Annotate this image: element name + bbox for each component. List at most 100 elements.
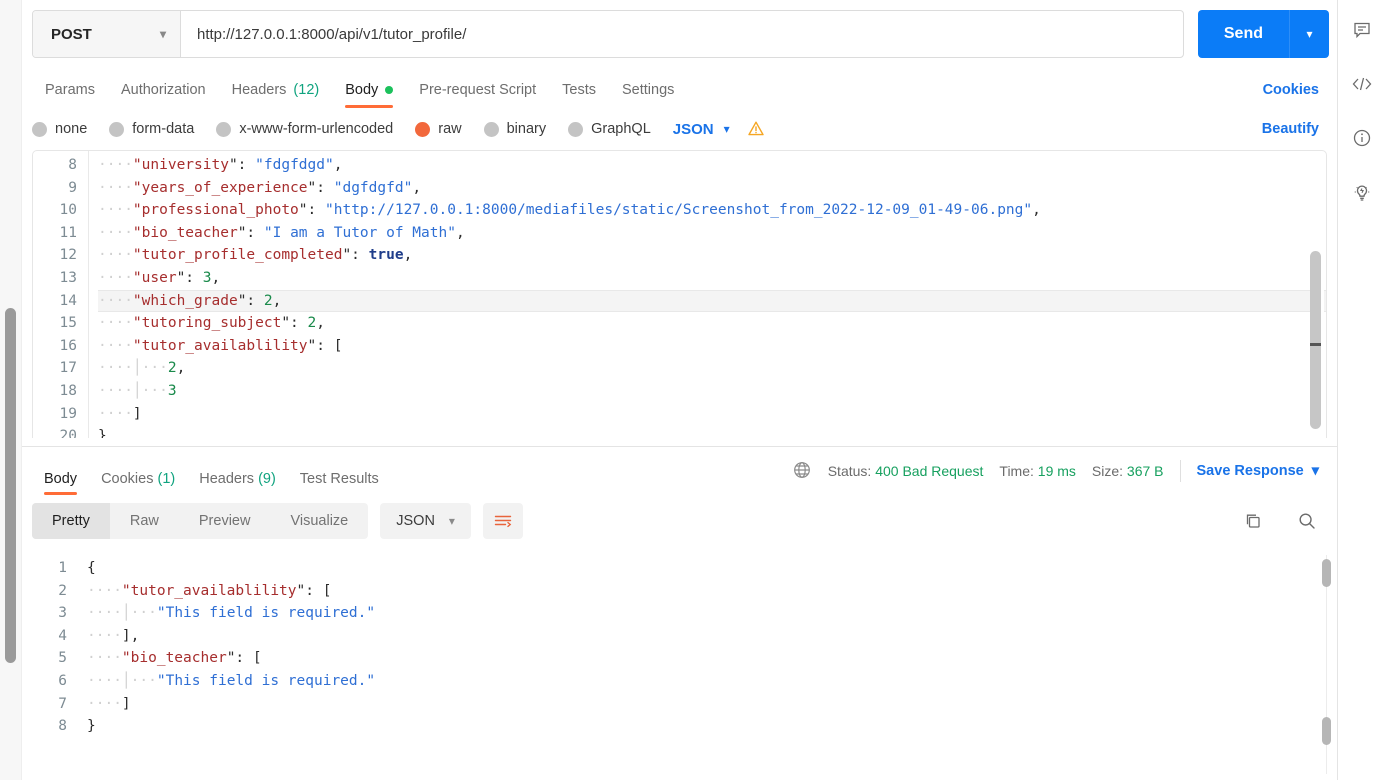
- body-type-raw[interactable]: raw: [415, 121, 462, 137]
- response-tools: [1241, 509, 1327, 533]
- code-line: ····"tutor_availablility": [: [98, 337, 343, 354]
- body-type-graphql[interactable]: GraphQL: [568, 121, 651, 137]
- url-bar: POST ▾ Send ▾: [22, 0, 1337, 58]
- editor-code-area[interactable]: ····"university": "fdgfdgd", ····"years_o…: [90, 151, 1326, 438]
- size-value: 367 B: [1126, 463, 1164, 479]
- chevron-down-icon: ▾: [159, 27, 166, 41]
- line-number: 5: [58, 650, 67, 667]
- editor-scrollbar-thumb[interactable]: [1310, 251, 1321, 429]
- tab-settings[interactable]: Settings: [609, 82, 687, 108]
- line-number: 4: [58, 627, 67, 644]
- body-type-binary[interactable]: binary: [483, 121, 547, 137]
- size-group: Size: 367 B: [1092, 463, 1164, 479]
- line-number: 7: [58, 695, 67, 712]
- response-tab-headers[interactable]: Headers (9): [187, 459, 288, 495]
- line-number: 17: [59, 360, 77, 377]
- body-type-label: raw: [438, 121, 462, 137]
- http-method-value: POST: [51, 25, 92, 43]
- tab-label: Cookies: [101, 471, 154, 487]
- code-line: ····]: [87, 695, 131, 712]
- globe-icon[interactable]: [792, 460, 812, 483]
- code-line: }: [98, 428, 107, 438]
- divider: [1179, 460, 1181, 482]
- code-line: ····"years_of_experience": "dgfdgfd",: [98, 179, 422, 196]
- page-scrollbar-thumb[interactable]: [5, 308, 16, 663]
- editor-scrollbar-marker: [1310, 343, 1321, 346]
- page-scrollbar-track[interactable]: [0, 0, 22, 780]
- code-line: ····"bio_teacher": [: [87, 650, 262, 667]
- code-line: ····"which_grade": 2,: [98, 289, 1326, 313]
- line-number: 1: [58, 560, 67, 576]
- response-scrollbar-thumb[interactable]: [1322, 559, 1331, 587]
- response-tab-test-results[interactable]: Test Results: [288, 459, 391, 495]
- response-line-numbers: 1 2 3 4 5 6 7 8: [22, 557, 78, 738]
- status-group: Status: 400 Bad Request: [828, 463, 984, 479]
- response-tab-body[interactable]: Body: [32, 459, 89, 495]
- tab-count: (12): [293, 82, 320, 98]
- body-type-form-data[interactable]: form-data: [109, 121, 194, 137]
- editor-scrollbar-track[interactable]: [1310, 153, 1324, 436]
- radio-icon: [109, 121, 125, 137]
- tab-label: Params: [45, 82, 95, 98]
- line-number: 8: [68, 157, 77, 173]
- tab-count: (1): [157, 471, 176, 487]
- code-line: ····"tutoring_subject": 2,: [98, 315, 325, 332]
- response-code-area: {····"tutor_availablility": [····│···"Th…: [79, 557, 1317, 738]
- tab-label: Authorization: [120, 82, 206, 98]
- response-view-mode-group: Pretty Raw Preview Visualize: [32, 503, 369, 539]
- save-response-button[interactable]: Save Response ▾: [1197, 463, 1319, 479]
- response-body-viewer[interactable]: 1 2 3 4 5 6 7 8 {····"tutor_availablility": [··…: [22, 547, 1337, 780]
- line-number: 14: [59, 292, 77, 309]
- tab-tests[interactable]: Tests: [549, 82, 609, 108]
- body-type-none[interactable]: none: [32, 121, 87, 137]
- copy-icon[interactable]: [1241, 509, 1265, 533]
- search-icon[interactable]: [1295, 509, 1319, 533]
- code-line: {: [87, 560, 96, 576]
- tab-params[interactable]: Params: [32, 82, 108, 108]
- request-body-editor[interactable]: 8 9 10 11 12 13 14 15 16 17 18 19 20 ····"university…: [32, 150, 1327, 438]
- wrap-lines-button[interactable]: [482, 503, 523, 539]
- status-value: 400 Bad Request: [875, 463, 984, 479]
- line-number: 6: [58, 672, 67, 689]
- raw-format-select[interactable]: JSON ▾: [673, 121, 730, 138]
- tab-headers[interactable]: Headers (12): [219, 82, 333, 108]
- send-button[interactable]: Send: [1197, 10, 1289, 58]
- send-options-chevron-down-icon[interactable]: ▾: [1289, 10, 1329, 58]
- line-number: 10: [59, 202, 77, 219]
- body-type-label: GraphQL: [591, 121, 651, 137]
- body-type-label: binary: [506, 121, 547, 137]
- response-scrollbar-thumb-secondary[interactable]: [1322, 717, 1331, 745]
- beautify-link[interactable]: Beautify: [1262, 121, 1327, 137]
- response-toolbar: Pretty Raw Preview Visualize JSON ▾: [22, 495, 1337, 547]
- time-label: Time:: [999, 463, 1034, 479]
- warning-icon[interactable]: [746, 119, 766, 139]
- cookies-link[interactable]: Cookies: [1263, 82, 1327, 108]
- view-mode-visualize[interactable]: Visualize: [270, 503, 368, 539]
- line-number: 2: [58, 582, 67, 599]
- view-mode-pretty[interactable]: Pretty: [32, 503, 110, 539]
- request-response-pane: POST ▾ Send ▾ Params Authorization Heade…: [22, 0, 1337, 780]
- response-tab-cookies[interactable]: Cookies (1): [89, 459, 187, 495]
- view-mode-preview[interactable]: Preview: [179, 503, 271, 539]
- code-line: ····"tutor_availablility": [: [87, 582, 332, 599]
- code-line: ····],: [87, 627, 140, 644]
- code-line: }: [87, 718, 96, 735]
- tab-authorization[interactable]: Authorization: [108, 82, 219, 108]
- response-format-select[interactable]: JSON ▾: [380, 503, 471, 539]
- body-type-x-www-form-urlencoded[interactable]: x-www-form-urlencoded: [216, 121, 393, 137]
- url-input[interactable]: [181, 11, 1183, 57]
- info-icon[interactable]: [1348, 124, 1376, 152]
- http-method-select[interactable]: POST ▾: [33, 11, 181, 57]
- tab-body[interactable]: Body: [332, 82, 406, 108]
- tab-pre-request-script[interactable]: Pre-request Script: [406, 82, 549, 108]
- lightbulb-icon[interactable]: [1348, 178, 1376, 206]
- comment-icon[interactable]: [1348, 16, 1376, 44]
- body-type-label: none: [55, 121, 88, 137]
- line-number: 20: [59, 428, 77, 438]
- chevron-down-icon: ▾: [448, 514, 455, 528]
- response-format-value: JSON: [396, 513, 435, 529]
- view-mode-raw[interactable]: Raw: [110, 503, 179, 539]
- save-response-label: Save Response: [1196, 463, 1304, 479]
- code-line: ····"professional_photo": "http://127.0.…: [98, 202, 1041, 219]
- code-icon[interactable]: [1348, 70, 1376, 98]
